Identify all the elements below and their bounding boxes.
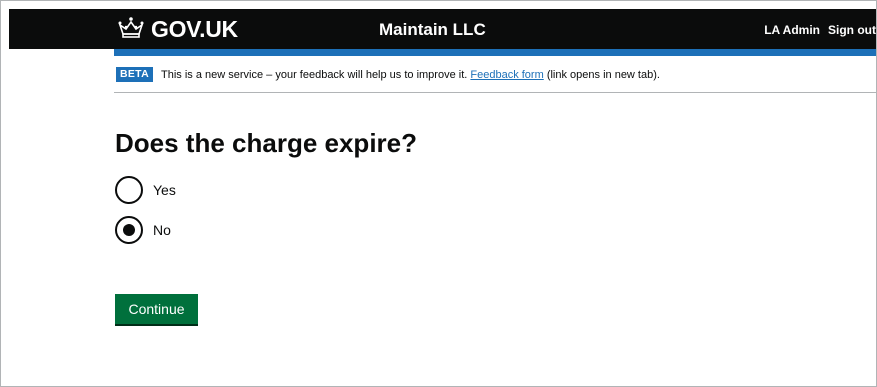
radio-yes-label[interactable]: Yes [153,182,176,198]
phase-banner-text: This is a new service – your feedback wi… [161,69,660,81]
radio-option-yes[interactable]: Yes [115,176,176,204]
nav-link-la-admin[interactable]: LA Admin [764,23,820,37]
beta-tag: BETA [116,67,154,82]
govuk-logo-link[interactable]: GOV.UK [117,16,238,43]
radio-option-no[interactable]: No [115,216,171,244]
header-navigation: LA Admin Sign out [764,23,876,37]
service-name-link[interactable]: Maintain LLC [379,20,486,40]
radio-yes-input[interactable] [115,176,143,204]
site-header: GOV.UK Maintain LLC LA Admin Sign out [9,9,876,49]
phase-banner-divider [114,92,876,93]
nav-link-sign-out[interactable]: Sign out [828,23,876,37]
logo-text: GOV.UK [151,16,238,42]
crown-icon [117,16,145,43]
continue-button[interactable]: Continue [115,294,198,324]
radio-no-input[interactable] [115,216,143,244]
page-title: Does the charge expire? [115,128,417,158]
header-blue-bar [114,49,876,56]
phase-text-before: This is a new service – your feedback wi… [161,68,468,81]
phase-text-after: (link opens in new tab). [546,68,660,81]
browser-frame: GOV.UK Maintain LLC LA Admin Sign out BE… [0,0,877,387]
feedback-form-link[interactable]: Feedback form [470,69,543,81]
radio-no-label[interactable]: No [153,222,171,238]
phase-banner: BETA This is a new service – your feedba… [116,67,660,82]
